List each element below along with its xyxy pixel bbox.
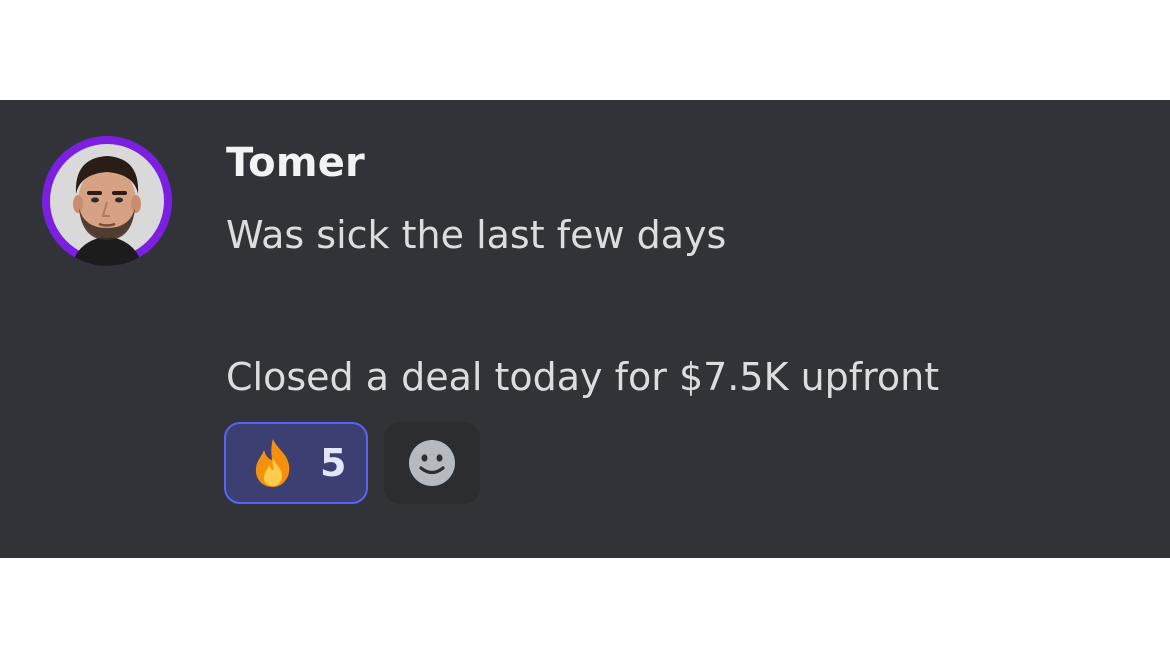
page: Tomer Was sick the last few days Closed … bbox=[0, 0, 1170, 658]
avatar-portrait bbox=[42, 136, 172, 266]
message-content: Was sick the last few days Closed a deal… bbox=[226, 212, 939, 400]
avatar[interactable] bbox=[42, 136, 172, 266]
chat-message: Tomer Was sick the last few days Closed … bbox=[0, 100, 1170, 558]
add-reaction-button[interactable] bbox=[384, 422, 480, 504]
reaction-count: 5 bbox=[320, 441, 347, 485]
fire-icon bbox=[246, 436, 300, 490]
message-line: Was sick the last few days bbox=[226, 213, 727, 257]
message-line: Closed a deal today for $7.5K upfront bbox=[226, 355, 940, 399]
reaction-fire[interactable]: 5 bbox=[224, 422, 368, 504]
message-author[interactable]: Tomer bbox=[226, 140, 365, 186]
smiley-face-icon bbox=[409, 440, 455, 486]
